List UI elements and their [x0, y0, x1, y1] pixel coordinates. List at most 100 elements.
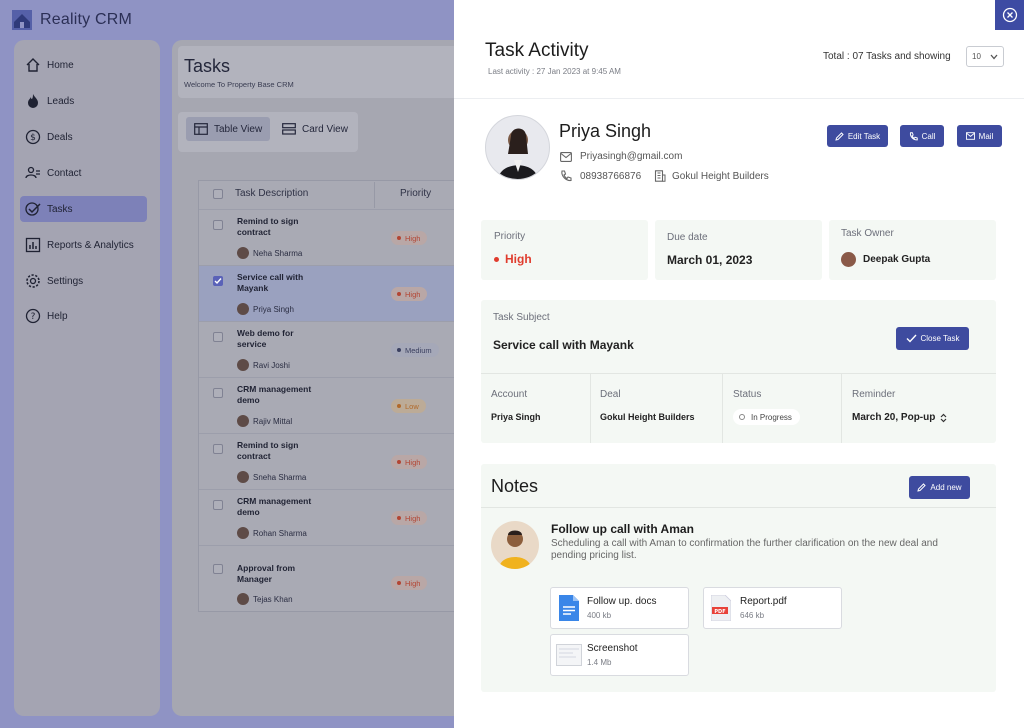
select-all-checkbox[interactable]: [213, 189, 223, 199]
task-assignee: Priya Singh: [237, 303, 294, 315]
row-checkbox[interactable]: [213, 220, 223, 230]
sidebar-item-tasks[interactable]: Tasks: [20, 196, 147, 222]
table-row[interactable]: Remind to sign contract Neha Sharma High: [199, 209, 467, 265]
task-assignee: Rohan Sharma: [237, 527, 307, 539]
row-checkbox[interactable]: [213, 444, 223, 454]
avatar: [237, 303, 249, 315]
edit-icon: [917, 483, 927, 492]
sidebar: Home Leads $ Deals Contact Tasks Reports…: [14, 40, 160, 716]
sidebar-item-leads[interactable]: Leads: [20, 88, 147, 114]
check-icon: [906, 334, 917, 343]
mail-icon: [965, 132, 975, 140]
note-body: Scheduling a call with Aman to confirmat…: [551, 538, 938, 561]
column-header-priority[interactable]: Priority: [400, 188, 431, 199]
phone-icon: [909, 131, 918, 140]
task-owner: Deepak Gupta: [841, 252, 930, 267]
task-assignee: Ravi Joshi: [237, 359, 290, 371]
sidebar-item-label: Contact: [47, 167, 82, 179]
panel-title: Task Activity: [485, 40, 589, 61]
contact-email[interactable]: Priyasingh@gmail.com: [560, 151, 682, 162]
sidebar-item-reports[interactable]: Reports & Analytics: [20, 232, 147, 258]
table-row[interactable]: CRM management demo Rohan Sharma High: [199, 489, 467, 545]
close-panel-button[interactable]: [995, 0, 1024, 30]
table-row[interactable]: CRM management demo Rajiv Mittal Low: [199, 377, 467, 433]
mail-icon: [560, 151, 572, 162]
task-activity-panel: Task Activity Last activity : 27 Jan 202…: [454, 0, 1024, 728]
task-subject: Service call with Mayank: [493, 338, 634, 352]
task-assignee: Rajiv Mittal: [237, 415, 292, 427]
note-title: Follow up call with Aman: [551, 522, 694, 536]
row-checkbox[interactable]: [213, 500, 223, 510]
close-task-button[interactable]: Close Task: [896, 327, 969, 350]
table-view-button[interactable]: Table View: [186, 117, 271, 141]
phone-icon: [561, 170, 572, 182]
avatar: [237, 593, 249, 605]
avatar: [841, 252, 856, 267]
sidebar-item-contact[interactable]: Contact: [20, 160, 147, 186]
page-title: Tasks: [184, 56, 231, 76]
mail-button[interactable]: Mail: [957, 125, 1002, 147]
table-row[interactable]: Remind to sign contract Sneha Sharma Hig…: [199, 433, 467, 489]
dollar-icon: $: [25, 129, 41, 145]
sidebar-item-label: Deals: [47, 131, 73, 143]
call-button[interactable]: Call: [900, 125, 944, 147]
attachment-file[interactable]: PDF Report.pdf 646 kb: [703, 587, 842, 629]
task-title: Web demo for service: [237, 328, 294, 349]
edit-icon: [835, 131, 844, 141]
priority-badge: High: [391, 576, 428, 590]
gear-icon: [26, 274, 40, 288]
card-view-button[interactable]: Card View: [274, 117, 356, 141]
tasks-icon: [25, 202, 41, 216]
avatar: [237, 359, 249, 371]
notes-card: Notes Add new Follow up call with Aman S…: [481, 464, 996, 692]
priority-badge: High: [391, 455, 428, 469]
contacts-icon: [25, 166, 40, 179]
avatar: [237, 527, 249, 539]
sidebar-item-home[interactable]: Home: [20, 52, 147, 78]
row-checkbox[interactable]: [213, 276, 223, 286]
sidebar-item-settings[interactable]: Settings: [20, 268, 147, 294]
row-checkbox[interactable]: [213, 332, 223, 342]
avatar: [237, 471, 249, 483]
attachment-file[interactable]: Follow up. docs 400 kb: [550, 587, 689, 629]
contact-name: Priya Singh: [559, 121, 652, 141]
table-row[interactable]: Service call with Mayank Priya Singh Hig…: [199, 265, 467, 321]
total-count: Total : 07 Tasks and showing: [823, 51, 951, 62]
sidebar-item-help[interactable]: ? Help: [20, 303, 147, 329]
pdf-icon: PDF: [711, 595, 731, 621]
last-activity: Last activity : 27 Jan 2023 at 9:45 AM: [488, 67, 621, 76]
app-logo[interactable]: Reality CRM: [12, 10, 132, 30]
add-note-button[interactable]: Add new: [909, 476, 970, 499]
row-checkbox[interactable]: [213, 388, 223, 398]
svg-text:$: $: [30, 133, 36, 143]
help-icon: ?: [25, 308, 41, 324]
avatar: [237, 415, 249, 427]
logo-icon: [12, 10, 32, 30]
table-row[interactable]: Web demo for service Ravi Joshi Medium: [199, 321, 467, 377]
priority-card: Priority High: [481, 220, 648, 280]
chevron-down-icon: [990, 54, 998, 59]
column-header-description[interactable]: Task Description: [235, 188, 308, 199]
attachment-file[interactable]: Screenshot 1.4 Mb: [550, 634, 689, 676]
priority-badge: Low: [391, 399, 426, 413]
table-icon: [194, 123, 208, 135]
edit-task-button[interactable]: Edit Task: [827, 125, 888, 147]
row-checkbox[interactable]: [213, 564, 223, 574]
sidebar-item-label: Home: [47, 59, 74, 71]
svg-text:?: ?: [31, 312, 36, 322]
table-row[interactable]: Approval from Manager Tejas Khan High: [199, 545, 467, 611]
reminder-select[interactable]: March 20, Pop-up: [852, 412, 947, 423]
priority-badge: Medium: [391, 343, 439, 357]
task-owner-card: Task Owner Deepak Gupta: [829, 220, 996, 280]
app-title: Reality CRM: [40, 11, 132, 28]
priority-value: High: [494, 252, 532, 266]
sidebar-item-label: Reports & Analytics: [47, 239, 134, 251]
flame-icon: [28, 94, 38, 108]
page-size-select[interactable]: 10: [966, 46, 1004, 67]
priority-badge: High: [391, 511, 428, 525]
contact-phone[interactable]: 08938766876: [560, 170, 641, 182]
task-title: CRM management demo: [237, 384, 312, 405]
sidebar-item-deals[interactable]: $ Deals: [20, 124, 147, 150]
notes-title: Notes: [491, 476, 539, 496]
account-value: Priya Singh: [491, 412, 541, 422]
